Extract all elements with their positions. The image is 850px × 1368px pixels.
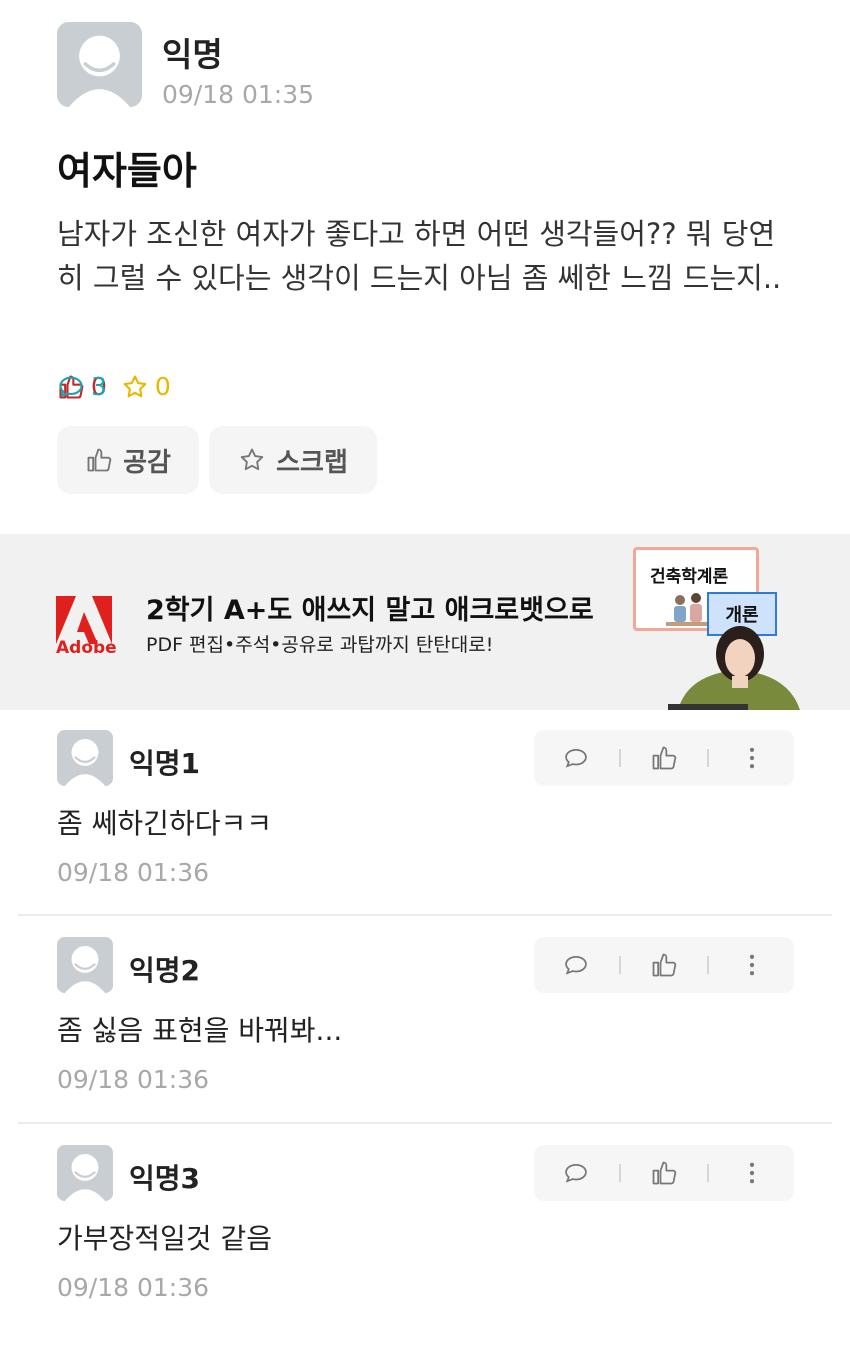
avatar-silhouette-icon <box>57 1145 113 1201</box>
ad-brand: Adobe <box>56 638 117 658</box>
ad-card-text: 건축학계론 <box>650 567 729 587</box>
post-timestamp: 09/18 01:35 <box>162 80 315 109</box>
comment-text: 가부장적일것 같음 <box>57 1222 272 1255</box>
more-vertical-icon[interactable] <box>738 744 766 772</box>
post-body: 남자가 조신한 여자가 좋다고 하면 어떤 생각들어?? 뭐 당연히 그럴 수 … <box>57 217 782 295</box>
author-avatar <box>57 22 142 107</box>
speech-bubble-icon <box>59 376 83 397</box>
avatar-silhouette-icon <box>57 22 142 107</box>
comment-divider <box>18 1122 832 1124</box>
thumbs-up-icon[interactable] <box>650 744 678 772</box>
comment-toolbar <box>534 730 794 786</box>
more-vertical-icon[interactable] <box>738 1159 766 1187</box>
person-photo-icon <box>668 626 800 710</box>
comment-author: 익명2 <box>129 954 201 987</box>
post-stats: 0 3 0 <box>57 372 185 401</box>
toolbar-divider <box>706 749 709 767</box>
reply-icon[interactable] <box>562 744 590 772</box>
ad-headline: 2학기 A+도 애쓰지 말고 애크로뱃으로 <box>146 595 594 626</box>
comment-avatar <box>57 937 113 993</box>
thumbs-up-icon[interactable] <box>650 1159 678 1187</box>
comment-timestamp: 09/18 01:36 <box>57 1273 210 1302</box>
comment-toolbar <box>534 1145 794 1201</box>
thumbs-up-icon[interactable] <box>650 951 678 979</box>
toolbar-divider <box>706 1164 709 1182</box>
more-vertical-icon[interactable] <box>738 951 766 979</box>
avatar-silhouette-icon <box>57 730 113 786</box>
reply-icon[interactable] <box>562 951 590 979</box>
comment-count-value: 3 <box>91 372 107 401</box>
post-title: 여자들아 <box>57 149 197 193</box>
avatar-silhouette-icon <box>57 937 113 993</box>
comment-timestamp: 09/18 01:36 <box>57 1065 210 1094</box>
like-button-label: 공감 <box>123 447 171 478</box>
toolbar-divider <box>619 1164 622 1182</box>
like-button[interactable]: 공감 <box>57 426 199 494</box>
toolbar-divider <box>706 956 709 974</box>
comment-text: 좀 싫음 표현을 바꿔봐... <box>57 1014 343 1047</box>
comment-text: 좀 쎄하긴하다ㅋㅋ <box>57 807 272 840</box>
reply-icon[interactable] <box>562 1159 590 1187</box>
comment-timestamp: 09/18 01:36 <box>57 858 210 887</box>
post-author: 익명 <box>162 35 223 74</box>
comment-author: 익명3 <box>129 1162 201 1195</box>
comment-divider <box>18 914 832 916</box>
toolbar-divider <box>619 749 622 767</box>
comment-author: 익명1 <box>129 747 201 780</box>
toolbar-divider <box>619 956 622 974</box>
comment-count: 3 <box>57 372 850 401</box>
scrap-button[interactable]: 스크랩 <box>209 426 377 494</box>
comment-avatar <box>57 1145 113 1201</box>
ad-subline: PDF 편집•주석•공유로 과탑까지 탄탄대로! <box>146 634 494 656</box>
ad-banner[interactable]: Adobe 2학기 A+도 애쓰지 말고 애크로뱃으로 PDF 편집•주석•공유… <box>0 534 850 710</box>
scrap-button-label: 스크랩 <box>276 447 348 478</box>
comment-avatar <box>57 730 113 786</box>
star-icon <box>240 448 264 471</box>
thumbs-up-icon <box>87 448 112 472</box>
comment-toolbar <box>534 937 794 993</box>
